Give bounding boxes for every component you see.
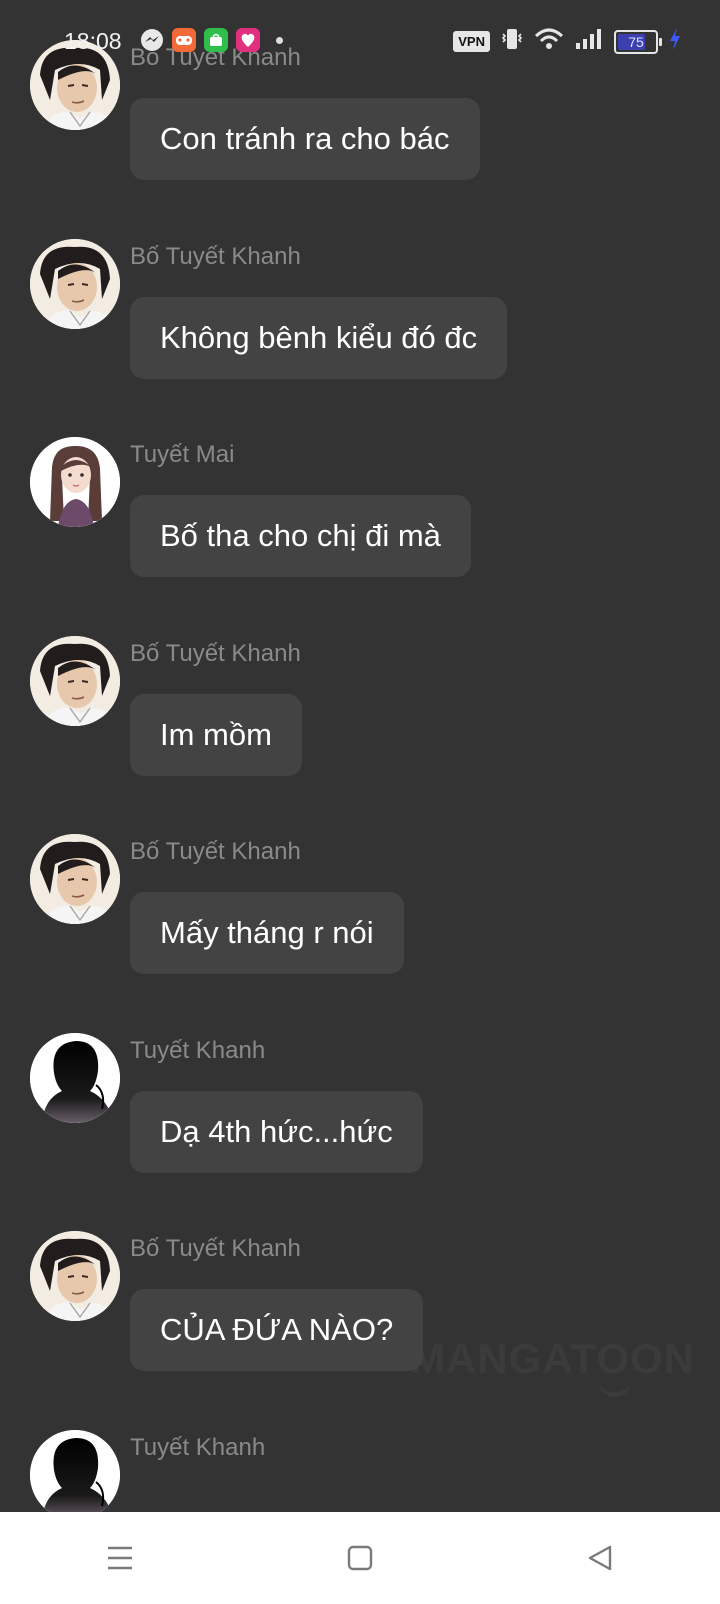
back-icon — [588, 1545, 612, 1571]
sender-name: Bố Tuyết Khanh — [130, 1235, 301, 1262]
father-avatar[interactable] — [30, 1231, 120, 1321]
silhouette-avatar[interactable] — [30, 1032, 120, 1123]
sender-name: Tuyết Khanh — [130, 1036, 266, 1064]
status-time: 18:08 — [64, 28, 122, 54]
girl-avatar[interactable] — [30, 437, 120, 527]
father-avatar[interactable] — [30, 834, 120, 924]
silhouette-avatar[interactable] — [30, 1429, 120, 1512]
more-notifications-dot — [276, 36, 283, 44]
home-icon — [347, 1545, 373, 1571]
message-bubble[interactable]: Không bênh kiểu đó đc — [130, 296, 508, 379]
home-button[interactable] — [330, 1528, 390, 1588]
father-avatar[interactable] — [30, 635, 120, 726]
sender-name: Bố Tuyết Khanh — [130, 639, 301, 667]
chat-thread[interactable]: MANGATOON Bố Tuyết Khanh Con tránh ra cho… — [0, 0, 720, 1512]
message-bubble[interactable]: Im mồm — [130, 693, 302, 776]
battery-indicator: 75 — [614, 29, 662, 54]
lite-app-icon — [236, 28, 260, 52]
battery-cap — [659, 37, 662, 46]
sender-name: Bố Tuyết Khanh — [130, 838, 301, 865]
status-bar: 18:08 VPN 75 — [0, 0, 720, 84]
vpn-badge: VPN — [453, 31, 490, 52]
wifi-icon — [534, 27, 564, 56]
watermark-smile — [598, 1378, 632, 1397]
back-button[interactable] — [570, 1528, 630, 1588]
watermark-logo: MANGATOON — [410, 1335, 696, 1382]
store-app-icon — [204, 28, 228, 52]
sender-name: Bố Tuyết Khanh — [130, 242, 301, 270]
sender-name: Tuyết Mai — [130, 441, 235, 468]
signal-icon — [574, 27, 604, 56]
sender-name: Tuyết Khanh — [130, 1433, 266, 1461]
recent-apps-button[interactable] — [90, 1528, 150, 1588]
charging-icon — [668, 27, 682, 56]
notification-icons — [140, 28, 283, 52]
battery-level: 75 — [628, 33, 644, 50]
messenger-icon — [140, 28, 164, 52]
menu-icon — [108, 1546, 132, 1570]
vibrate-icon — [500, 26, 524, 57]
game-app-icon — [172, 28, 196, 52]
message-bubble[interactable]: Bố tha cho chị đi mà — [130, 495, 471, 577]
message-bubble[interactable]: CỦA ĐỨA NÀO? — [130, 1289, 424, 1371]
father-avatar[interactable] — [30, 238, 120, 329]
message-bubble[interactable]: Mấy tháng r nói — [130, 892, 404, 974]
navigation-bar — [0, 1512, 720, 1604]
message-bubble[interactable]: Dạ 4th hức...hức — [130, 1090, 423, 1173]
message-bubble[interactable]: Con tránh ra cho bác — [130, 98, 480, 180]
system-icons: VPN 75 — [453, 26, 682, 57]
